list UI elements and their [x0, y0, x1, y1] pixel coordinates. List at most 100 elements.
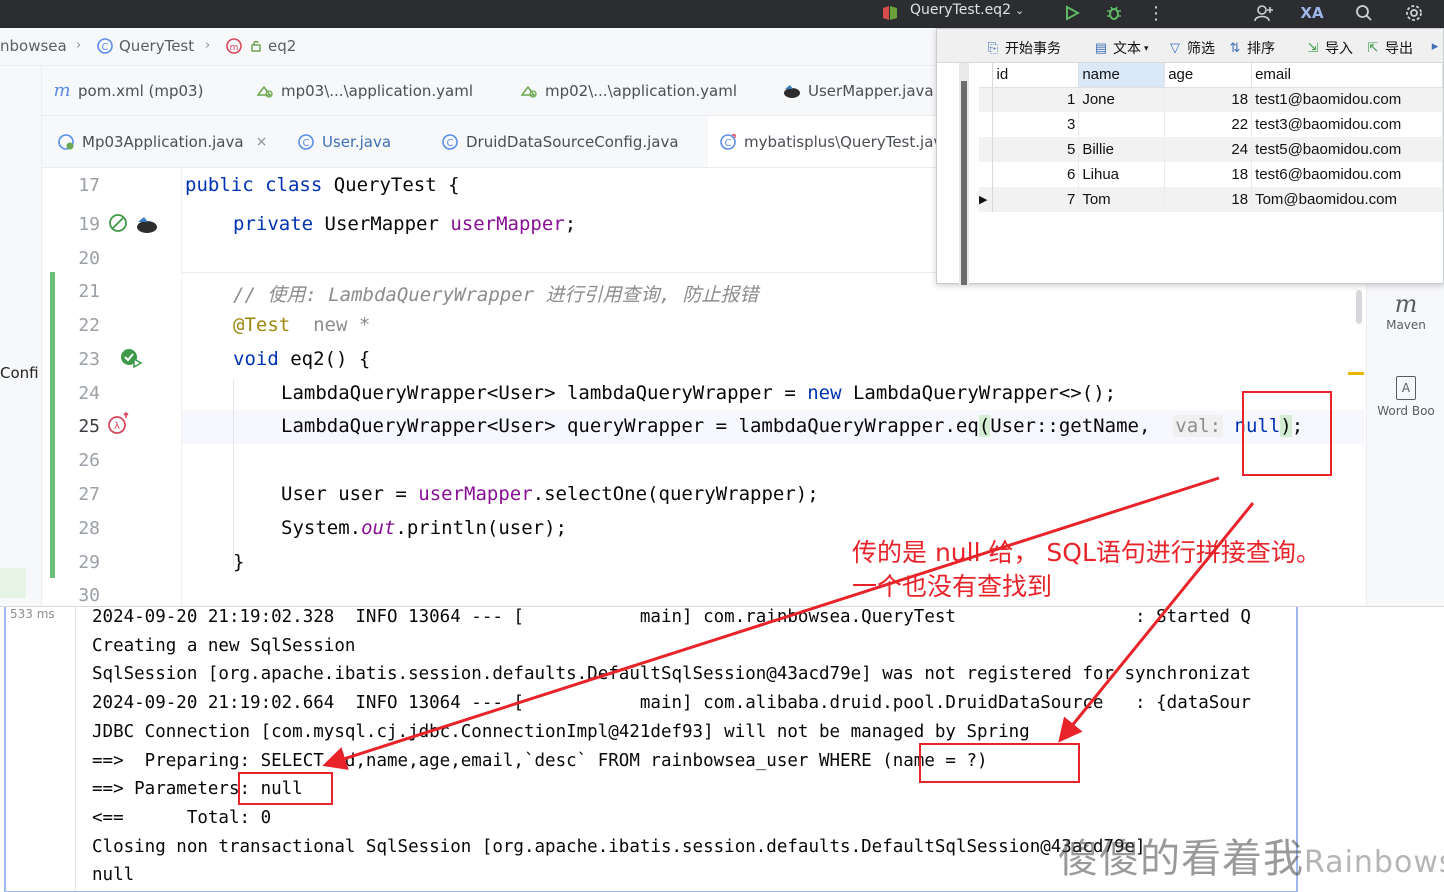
table-row[interactable]: ▶ 7 Tom 18 Tom@baomidou.com [979, 187, 1443, 212]
breadcrumb-item-method[interactable]: m eq2 [226, 37, 296, 55]
tab-druiddatasourceconfig-java[interactable]: C DruidDataSourceConfig.java [430, 116, 679, 167]
word-book-icon: A [1396, 376, 1416, 400]
console-line: Creating a new SqlSession [92, 636, 356, 656]
current-row-marker-icon: ▶ [979, 187, 994, 212]
search-icon[interactable] [1354, 3, 1374, 23]
yaml-icon [519, 81, 539, 101]
db-scroll-thumb[interactable] [961, 81, 967, 285]
tab-mp03application-java[interactable]: Mp03Application.java × [46, 116, 267, 167]
selection-marker [0, 568, 26, 598]
table-row[interactable]: 1 Jone 18 test1@baomidou.com [979, 87, 1443, 112]
tab-pom-xml[interactable]: m pom.xml (mp03) [42, 66, 203, 115]
column-header-email[interactable]: email [1251, 63, 1443, 88]
db-toolbar: ⎘ 开始事务 ▤ 文本 ▾ ▽ 筛选 ⇅ 排序 ⇲ 导入 ⇱ 导出 ▸ [937, 29, 1443, 63]
cell-name[interactable]: Billie [1078, 137, 1166, 162]
run-icon[interactable] [1062, 3, 1082, 23]
svg-text:C: C [447, 138, 454, 149]
method-call-icon[interactable]: λ [106, 412, 134, 436]
mybatis-bird-icon[interactable] [134, 214, 160, 236]
table-row[interactable]: 6 Lihua 18 test6@baomidou.com [979, 162, 1443, 187]
project-item-config[interactable]: Confi [0, 364, 39, 382]
public-lock-icon [251, 40, 261, 52]
close-icon[interactable]: × [256, 134, 268, 150]
line-number: 17 [78, 175, 100, 196]
filter-button[interactable]: ▽ 筛选 [1167, 38, 1215, 58]
svg-text:C: C [303, 138, 310, 149]
settings-icon[interactable] [1404, 3, 1424, 23]
cell-id[interactable]: 7 [992, 187, 1080, 212]
cell-email[interactable]: test6@baomidou.com [1251, 162, 1443, 187]
indent-guide [233, 380, 234, 566]
chevron-down-icon: ⌄ [1014, 4, 1025, 17]
add-user-icon[interactable] [1254, 3, 1274, 23]
code-line-19: private UserMapper userMapper; [233, 213, 577, 235]
cell-age[interactable]: 18 [1164, 187, 1253, 212]
title-bar: QueryTest.eq2 ⌄ ⋮ XA [0, 0, 1444, 28]
author-hint: new * [313, 314, 371, 336]
import-button[interactable]: ⇲ 导入 [1305, 38, 1353, 58]
code-line-21-comment: // 使用: LambdaQueryWrapper 进行引用查询, 防止报错 [233, 284, 759, 306]
autowired-bean-icon[interactable] [108, 212, 134, 236]
tab-user-java[interactable]: C User.java [286, 116, 391, 167]
word-book-tool-button[interactable]: A Word Boo [1367, 376, 1444, 418]
code-line-29: } [233, 551, 245, 573]
more-icon[interactable]: ⋮ [1146, 3, 1166, 24]
cell-id[interactable]: 1 [992, 87, 1080, 112]
translate-icon[interactable]: XA [1300, 3, 1323, 23]
breadcrumb-item-package[interactable]: nbowsea [0, 37, 67, 55]
cell-name[interactable] [1078, 112, 1166, 137]
line-number: 19 [78, 214, 100, 235]
cell-name[interactable]: Lihua [1078, 162, 1166, 187]
svg-text:C: C [102, 42, 109, 53]
tab-usermapper-java[interactable]: UserMapper.java [772, 66, 934, 115]
db-vertical-scrollbar[interactable] [959, 63, 969, 285]
filter-icon: ▽ [1170, 40, 1180, 55]
cell-id[interactable]: 6 [992, 162, 1080, 187]
maven-tool-button[interactable]: m Maven [1367, 290, 1444, 332]
table-row[interactable]: 5 Billie 24 test5@baomidou.com [979, 137, 1443, 162]
cell-id[interactable]: 5 [992, 137, 1080, 162]
begin-transaction-button[interactable]: ⎘ 开始事务 [985, 38, 1061, 58]
yaml-icon [255, 81, 275, 101]
cell-email[interactable]: test1@baomidou.com [1251, 87, 1443, 112]
run-test-icon[interactable] [118, 346, 144, 370]
column-header-id[interactable]: id [992, 63, 1080, 88]
sort-button[interactable]: ⇅ 排序 [1227, 38, 1275, 58]
debug-icon[interactable] [1104, 3, 1124, 23]
cell-age[interactable]: 24 [1164, 137, 1253, 162]
tab-label: pom.xml (mp03) [78, 81, 204, 100]
cell-email[interactable]: Tom@baomidou.com [1251, 187, 1443, 212]
mybatis-bird-icon [782, 81, 802, 101]
export-label: 导出 [1385, 40, 1413, 56]
editor-scrollbar[interactable] [1356, 290, 1362, 324]
table-row[interactable]: 3 22 test3@baomidou.com [979, 112, 1443, 137]
highlight-box-where-clause [919, 743, 1080, 783]
editor-gutter[interactable]: 17 19 20 21 22 23 24 25 26 27 28 29 30 λ [42, 168, 182, 606]
breadcrumb-item-class[interactable]: C QueryTest [96, 37, 194, 55]
cell-name[interactable]: Tom [1078, 187, 1166, 212]
result-grid[interactable]: id name age email 1 Jone 18 test1@baomid… [979, 63, 1443, 212]
more-tools-icon[interactable]: ▸ [1427, 38, 1444, 54]
row-marker [979, 112, 994, 137]
tab-mp02-application-yaml[interactable]: mp02\...\application.yaml [509, 66, 737, 115]
dropdown-arrow-icon: ▾ [1144, 42, 1149, 53]
cell-age[interactable]: 18 [1164, 162, 1253, 187]
column-header-age[interactable]: age [1164, 63, 1253, 88]
column-header-name[interactable]: name [1078, 63, 1166, 88]
run-config-selector[interactable]: QueryTest.eq2 ⌄ [910, 2, 1024, 18]
cell-id[interactable]: 3 [992, 112, 1080, 137]
project-panel-edge: Confi [0, 66, 42, 606]
warning-marker [1348, 372, 1364, 375]
text-view-button[interactable]: ▤ 文本 ▾ [1093, 38, 1149, 58]
text-view-label: 文本 [1113, 40, 1141, 56]
export-button[interactable]: ⇱ 导出 [1365, 38, 1413, 58]
cell-age[interactable]: 22 [1164, 112, 1253, 137]
word-book-tool-label: Word Boo [1377, 404, 1435, 418]
maven-tool-label: Maven [1386, 318, 1426, 332]
cell-age[interactable]: 18 [1164, 87, 1253, 112]
cell-name[interactable]: Jone [1078, 87, 1166, 112]
cell-email[interactable]: test5@baomidou.com [1251, 137, 1443, 162]
cell-email[interactable]: test3@baomidou.com [1251, 112, 1443, 137]
console-line-sql-total: <== Total: 0 [92, 808, 272, 828]
tab-mp03-application-yaml[interactable]: mp03\...\application.yaml [245, 66, 473, 115]
